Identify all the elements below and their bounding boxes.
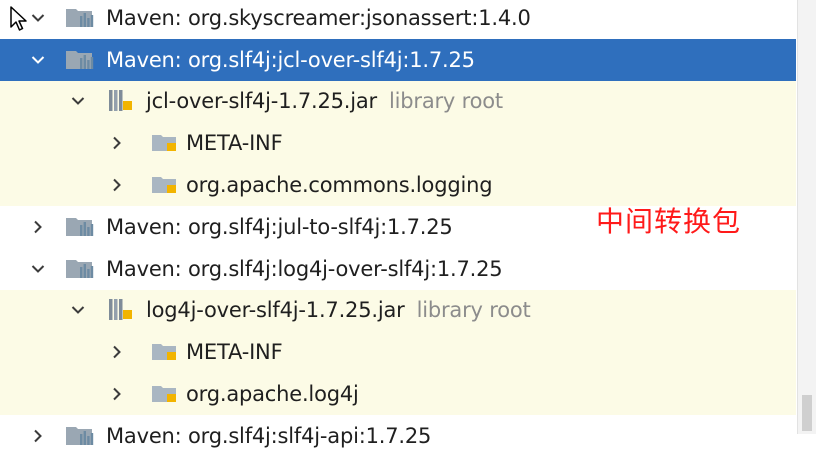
chevron-right-icon[interactable] xyxy=(105,331,129,373)
tree-node-text: Maven: org.slf4j:slf4j-api:1.7.25 xyxy=(106,423,432,448)
maven-library-icon xyxy=(64,214,98,240)
annotation-text: 中间转换包 xyxy=(596,205,742,238)
tree-node-label: META-INF xyxy=(186,122,283,164)
tree-node-text: Maven: org.slf4j:jcl-over-slf4j:1.7.25 xyxy=(106,47,475,72)
tree-node-text: Maven: org.slf4j:log4j-over-slf4j:1.7.25 xyxy=(106,256,503,281)
tree-node-text: META-INF xyxy=(186,340,283,365)
library-root-tag: library root xyxy=(389,89,503,114)
tree-node-label: Maven: org.slf4j:jul-to-slf4j:1.7.25 xyxy=(106,206,453,248)
tree-node-label: org.apache.commons.logging xyxy=(186,164,493,206)
tree-node-text: org.apache.log4j xyxy=(186,382,359,407)
chevron-down-icon[interactable] xyxy=(26,0,50,39)
tree-node-label: Maven: org.skyscreamer:jsonassert:1.4.0 xyxy=(106,0,531,39)
chevron-right-icon[interactable] xyxy=(26,206,50,248)
tree-node-text: org.apache.commons.logging xyxy=(186,173,493,198)
tree-node-text: jcl-over-slf4j-1.7.25.jar xyxy=(146,89,377,114)
jar-icon xyxy=(106,88,140,114)
package-folder-icon xyxy=(150,130,184,156)
tree-node-text: Maven: org.skyscreamer:jsonassert:1.4.0 xyxy=(106,5,531,30)
tree-node-label: META-INF xyxy=(186,331,283,373)
tree-node[interactable]: Maven: org.slf4j:log4j-over-slf4j:1.7.25 xyxy=(0,248,796,290)
tree-node-text: log4j-over-slf4j-1.7.25.jar xyxy=(146,298,405,323)
tree-node-label: Maven: org.slf4j:slf4j-api:1.7.25 xyxy=(106,415,431,457)
tree-node-text: Maven: org.slf4j:jul-to-slf4j:1.7.25 xyxy=(106,214,453,239)
maven-library-icon xyxy=(64,5,98,31)
tree-node[interactable]: Maven: org.slf4j:jcl-over-slf4j:1.7.25 xyxy=(0,38,796,81)
library-root-tag: library root xyxy=(416,298,531,323)
tree-node[interactable]: jcl-over-slf4j-1.7.25.jar library root xyxy=(0,80,796,123)
tree-node-label: jcl-over-slf4j-1.7.25.jar library root xyxy=(146,81,503,123)
tree-node[interactable]: Maven: org.skyscreamer:jsonassert:1.4.0 xyxy=(0,0,796,39)
chevron-right-icon[interactable] xyxy=(105,164,129,206)
tree-node-label: Maven: org.slf4j:log4j-over-slf4j:1.7.25 xyxy=(106,248,503,290)
chevron-down-icon[interactable] xyxy=(26,248,50,290)
package-folder-icon xyxy=(150,381,184,407)
tree-node[interactable]: org.apache.log4j xyxy=(0,373,796,415)
chevron-down-icon[interactable] xyxy=(66,81,90,123)
tree-node[interactable]: Maven: org.slf4j:slf4j-api:1.7.25 xyxy=(0,415,796,457)
package-folder-icon xyxy=(150,339,184,365)
scrollbar-thumb[interactable] xyxy=(802,395,812,431)
tree-node-label: Maven: org.slf4j:jcl-over-slf4j:1.7.25 xyxy=(106,39,475,81)
jar-icon xyxy=(106,297,140,323)
chevron-down-icon[interactable] xyxy=(66,290,90,332)
maven-library-icon xyxy=(64,423,98,449)
chevron-right-icon[interactable] xyxy=(105,373,129,415)
chevron-right-icon[interactable] xyxy=(105,122,129,164)
tree-node-text: META-INF xyxy=(186,131,283,156)
maven-library-icon xyxy=(64,256,98,282)
mouse-pointer-icon xyxy=(10,6,27,31)
tree-node-label: log4j-over-slf4j-1.7.25.jar library root xyxy=(146,290,531,332)
package-folder-icon xyxy=(150,172,184,198)
tree-node[interactable]: META-INF xyxy=(0,122,796,165)
tree-node-label: org.apache.log4j xyxy=(186,373,359,415)
vertical-scrollbar[interactable] xyxy=(797,0,816,434)
chevron-right-icon[interactable] xyxy=(26,415,50,457)
tree-node[interactable]: log4j-over-slf4j-1.7.25.jar library root xyxy=(0,289,796,332)
tree-node[interactable]: META-INF xyxy=(0,331,796,374)
maven-library-icon xyxy=(64,47,98,73)
chevron-down-icon[interactable] xyxy=(26,39,50,81)
